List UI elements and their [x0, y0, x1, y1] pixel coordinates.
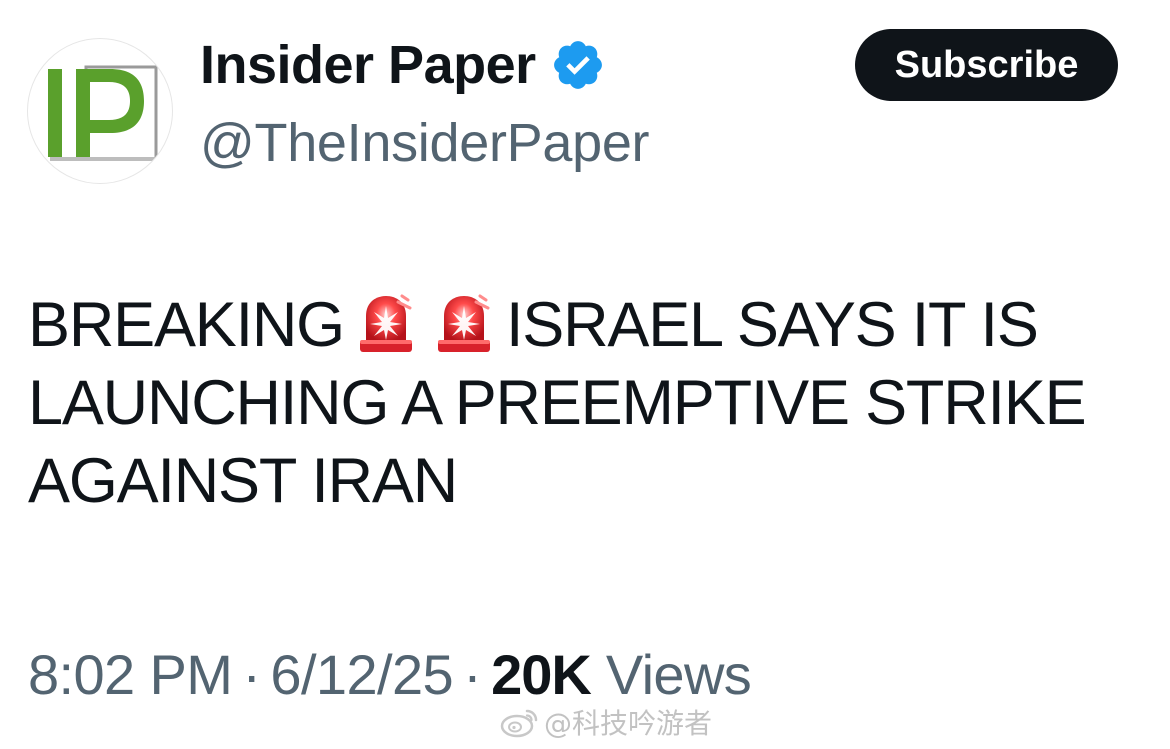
tweet-meta: 8:02 PM · 6/12/25 · 20K Views: [28, 642, 752, 707]
user-handle[interactable]: @TheInsiderPaper: [200, 112, 650, 174]
tweet-text-headline-start: ISRAEL SAYS IT IS: [505, 290, 1039, 360]
display-name[interactable]: Insider Paper: [200, 34, 536, 96]
tweet-text: BREAKING ISRAEL SAYS IT IS LAUNCHING A P…: [28, 286, 1158, 520]
views-count[interactable]: 20K: [491, 643, 592, 706]
police-car-light-icon: [436, 292, 492, 354]
tweet-date[interactable]: 6/12/25: [270, 643, 453, 706]
tweet-text-breaking: BREAKING: [28, 290, 345, 360]
subscribe-button[interactable]: Subscribe: [855, 29, 1118, 101]
views-label[interactable]: Views: [606, 643, 752, 706]
display-name-row: Insider Paper: [200, 30, 606, 100]
meta-separator: ·: [463, 643, 482, 706]
tweet-time[interactable]: 8:02 PM: [28, 643, 233, 706]
insider-paper-logo: [46, 61, 158, 163]
tweet-line-2: LAUNCHING A PREEMPTIVE STRIKE: [28, 368, 1087, 438]
weibo-logo-icon: [500, 709, 538, 738]
verified-badge-icon: [553, 41, 602, 89]
watermark-text: @科技吟游者: [544, 707, 713, 740]
tweet-line-3: AGAINST IRAN: [28, 446, 458, 516]
meta-separator: ·: [242, 643, 261, 706]
police-car-light-icon: [358, 292, 414, 354]
avatar[interactable]: [27, 38, 173, 184]
tweet-line-1: BREAKING ISRAEL SAYS IT IS: [28, 286, 1158, 364]
watermark: @科技吟游者: [500, 702, 712, 742]
